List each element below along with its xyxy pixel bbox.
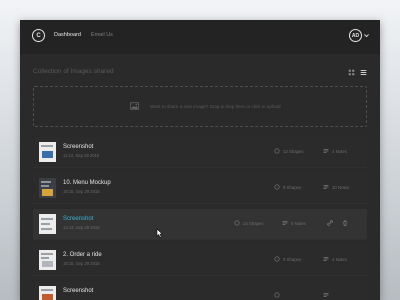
shapes-icon <box>274 292 280 298</box>
image-upload-icon <box>130 102 139 110</box>
list-item[interactable]: Screenshot <box>33 281 367 300</box>
shapes-count <box>274 292 283 298</box>
image-thumbnail <box>39 286 56 300</box>
item-date: 12:13, Sep 28 2015 <box>63 225 100 230</box>
image-thumbnail <box>39 142 56 162</box>
notes-count: 10 Notes <box>323 184 349 190</box>
notes-count: 4 Notes <box>323 148 347 154</box>
delete-icon[interactable] <box>342 220 348 226</box>
avatar[interactable]: AD <box>349 29 362 42</box>
chevron-down-icon[interactable] <box>363 32 370 39</box>
shapes-icon <box>274 256 280 262</box>
shapes-icon <box>234 220 240 226</box>
shapes-icon <box>274 148 280 154</box>
list-view-icon[interactable] <box>360 69 367 76</box>
item-title[interactable]: 2. Order a ride <box>63 252 102 258</box>
notes-count: 4 Notes <box>323 256 347 262</box>
item-title[interactable]: Screenshot <box>63 144 93 150</box>
app-logo[interactable]: C <box>32 29 45 42</box>
shapes-count: 14 Shapes <box>234 220 264 226</box>
nav-email-us[interactable]: Email Us <box>91 32 113 38</box>
nav-dashboard[interactable]: Dashboard <box>54 32 81 38</box>
notes-count: 5 Notes <box>282 220 306 226</box>
notes-icon <box>323 185 329 189</box>
main-nav: Dashboard Email Us <box>54 32 113 38</box>
grid-view-icon[interactable] <box>348 69 355 76</box>
image-thumbnail <box>39 214 56 234</box>
notes-icon <box>282 221 288 225</box>
item-date: 18:15, Sep 29 2015 <box>63 261 100 266</box>
notes-count <box>323 292 332 298</box>
top-bar: C Dashboard Email Us AD <box>20 20 380 54</box>
notes-icon <box>323 149 329 153</box>
notes-icon <box>323 257 329 261</box>
image-thumbnail <box>39 178 56 198</box>
mouse-pointer-icon <box>156 228 164 238</box>
list-item[interactable]: 10. Menu Mockup 18:15, Sep 29 2015 8 Sha… <box>33 173 367 204</box>
shapes-icon <box>274 184 280 190</box>
dropzone-text: Want to share a new image? Drag & drop h… <box>150 104 281 109</box>
link-icon[interactable] <box>327 220 333 226</box>
upload-dropzone[interactable]: Want to share a new image? Drag & drop h… <box>33 86 367 127</box>
item-title[interactable]: Screenshot <box>63 288 93 294</box>
app-window: C Dashboard Email Us AD Collection of Im… <box>20 20 380 300</box>
item-title[interactable]: 10. Menu Mockup <box>63 180 111 186</box>
shapes-count: 8 Shapes <box>274 184 301 190</box>
item-date: 11:12, Sep 28 2015 <box>63 153 100 158</box>
item-title[interactable]: Screenshot <box>63 216 93 222</box>
shapes-count: 12 Shapes <box>274 148 304 154</box>
list-item-selected[interactable]: Screenshot 12:13, Sep 28 2015 14 Shapes … <box>33 209 367 240</box>
shapes-count: 0 Shapes <box>274 256 301 262</box>
section-title: Collection of Images shared <box>33 68 114 75</box>
list-item[interactable]: 2. Order a ride 18:15, Sep 29 2015 0 Sha… <box>33 245 367 276</box>
notes-icon <box>323 293 329 297</box>
list-item[interactable]: Screenshot 11:12, Sep 28 2015 12 Shapes … <box>33 137 367 168</box>
item-date: 18:15, Sep 29 2015 <box>63 189 100 194</box>
image-thumbnail <box>39 250 56 270</box>
